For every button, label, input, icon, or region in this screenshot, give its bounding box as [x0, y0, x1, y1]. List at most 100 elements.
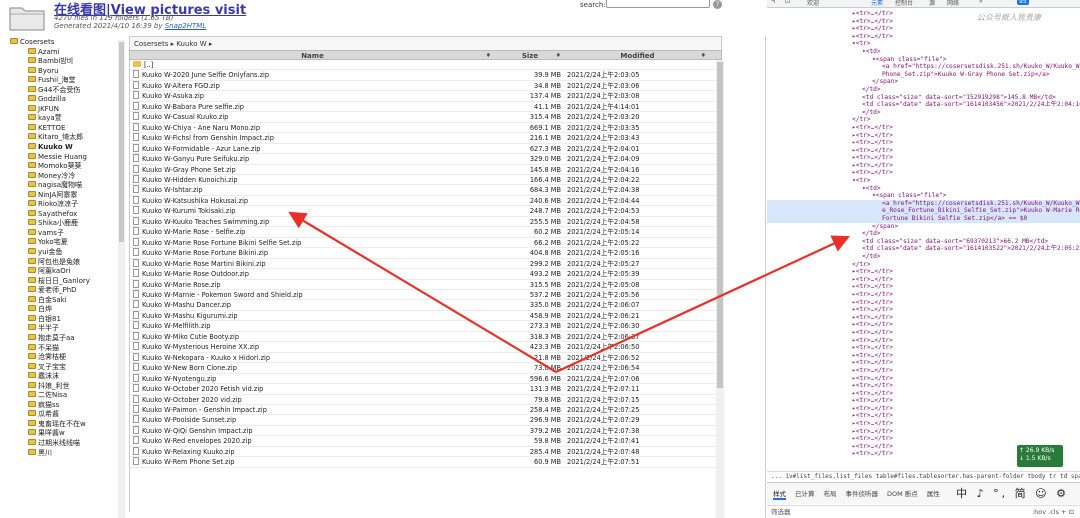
tree-folder-item[interactable]: Azami: [10, 47, 118, 58]
dom-node-line[interactable]: ▾<td>: [767, 48, 1080, 56]
tree-folder-item[interactable]: 不呆猫: [10, 343, 118, 354]
styles-tab[interactable]: DOM 断点: [887, 490, 918, 498]
styles-tab[interactable]: 样式: [773, 490, 786, 500]
file-name-cell[interactable]: Kuuko W-Marie Rose.zip: [130, 279, 495, 289]
tree-folder-item[interactable]: Sayathefox: [10, 209, 118, 220]
dom-node-line[interactable]: ▸<tr>…</tr>: [767, 306, 1080, 314]
dom-node-line[interactable]: ▸<tr>…</tr>: [767, 162, 1080, 170]
selected-dom-node[interactable]: <a href="https://cosersetsdisk.251.sh/Ku…: [767, 199, 1080, 208]
dom-node-line[interactable]: ▸<tr>…</tr>: [767, 390, 1080, 398]
file-name-cell[interactable]: Kuuko W-Marie Rose Outdoor.zip: [130, 269, 495, 278]
file-name[interactable]: Kuuko W-Kurumi Tokisaki.zip: [142, 207, 235, 215]
tree-scrollbar[interactable]: [118, 40, 125, 518]
file-name-cell[interactable]: Kuuko W-Gray Phone Set.zip: [130, 164, 495, 174]
dom-node-line[interactable]: </span>: [767, 223, 1080, 231]
file-row[interactable]: Kuuko W-Mashu Kigurumi.zip 458.9 MB 2021/2…: [130, 310, 722, 322]
file-name-cell[interactable]: Kuuko W-QiQi Genshin Impact.zip: [130, 425, 495, 435]
file-row[interactable]: Kuuko W-Marie Rose - Selfie.zip 60.2 MB 20…: [130, 227, 722, 238]
file-name-cell[interactable]: Kuuko W-Chiya - Ane Naru Mono.zip: [130, 122, 495, 132]
tree-folder-item[interactable]: yui金鱼: [10, 248, 118, 258]
file-name-cell[interactable]: Kuuko W-Marie Rose Fortune Bikini.zip: [130, 248, 495, 257]
dom-node-line[interactable]: ▸<tr>…</tr>: [767, 283, 1080, 291]
tree-folder-item[interactable]: 果咩酱w: [10, 429, 118, 439]
file-row[interactable]: Kuuko W-Nekopara - Kuuko x Hidori.zip 21.…: [130, 352, 722, 364]
file-row[interactable]: Kuuko W-Katsushika Hokusai.zip 240.6 MB 20…: [130, 195, 722, 207]
error-count-badge[interactable]: 95: [1017, 0, 1029, 5]
file-row[interactable]: Kuuko W-Ishtar.zip 684.3 MB 2021/2/24上午2:0…: [130, 185, 722, 196]
file-name[interactable]: Kuuko W-Casual Kuuko.zip: [142, 113, 228, 121]
parent-folder-cell[interactable]: [..]: [130, 60, 495, 69]
dom-node-line[interactable]: ▸<tr>…</tr>: [767, 359, 1080, 367]
file-name-cell[interactable]: Kuuko W-Nyotengu.zip: [130, 373, 495, 383]
file-name-cell[interactable]: Kuuko W-Formidable - Azur Lane.zip: [130, 143, 495, 153]
file-name-cell[interactable]: Kuuko W-Mashu Kigurumi.zip: [130, 310, 495, 320]
file-name[interactable]: Kuuko W-October 2020 vid.zip: [142, 396, 242, 404]
dom-node-line[interactable]: </td>: [767, 109, 1080, 117]
dom-node-line[interactable]: ▸<tr>…</tr>: [767, 268, 1080, 276]
styles-tab[interactable]: 布局: [824, 490, 837, 498]
dom-node-line[interactable]: ▸<tr>…</tr>: [767, 428, 1080, 436]
file-row[interactable]: Kuuko W-Marie Rose Martini Bikini.zip 299…: [130, 258, 722, 270]
file-name-cell[interactable]: Kuuko W-Poolside Sunset.zip: [130, 415, 495, 424]
dom-node-line[interactable]: ▾<span class="file">: [767, 56, 1080, 64]
dom-node-line[interactable]: ▾<tr>: [767, 177, 1080, 185]
dom-node-line[interactable]: Phone_Set.zip">Kuuko W-Gray Phone Set.zi…: [767, 71, 1080, 79]
file-name[interactable]: Kuuko W-Nekopara - Kuuko x Hidori.zip: [142, 354, 270, 362]
dom-node-line[interactable]: ▸<tr>…</tr>: [767, 375, 1080, 383]
file-row[interactable]: Kuuko W-Red envelopes 2020.zip 59.8 MB 202…: [130, 436, 722, 447]
dom-node-line[interactable]: ▸<tr>…</tr>: [767, 18, 1080, 26]
file-name[interactable]: Kuuko W-New Born Clone.zip: [142, 364, 237, 372]
tree-scrollbar-thumb[interactable]: [119, 42, 124, 242]
dom-node-line[interactable]: ▸<tr>…</tr>: [767, 412, 1080, 420]
file-name[interactable]: Kuuko W-Marie Rose Martini Bikini.zip: [142, 260, 266, 268]
styles-tab[interactable]: 事件侦听器: [846, 490, 879, 498]
file-name[interactable]: Kuuko W-Poolside Sunset.zip: [142, 416, 236, 424]
file-row[interactable]: Kuuko W-October 2020 vid.zip 79.8 MB 2021/…: [130, 394, 722, 405]
file-name[interactable]: Kuuko W-Rem Phone Set.zip: [142, 458, 234, 466]
file-name[interactable]: Kuuko W-Marie Rose Fortune Bikini.zip: [142, 249, 268, 257]
tree-folder-item[interactable]: Momoko葵葵: [10, 162, 118, 172]
file-name-cell[interactable]: Kuuko W-2020 June Selfie Onlyfans.zip: [130, 70, 495, 79]
file-name-cell[interactable]: Kuuko W-Mashu Dancer.zip: [130, 300, 495, 309]
dom-node-line[interactable]: <td class="size" data-sort="152919298">1…: [767, 94, 1080, 102]
dom-node-line[interactable]: ▸<tr>…</tr>: [767, 344, 1080, 352]
tree-folder-item[interactable]: Byoru: [10, 66, 118, 77]
tree-folder-item[interactable]: 蠢沫沫: [10, 372, 118, 382]
dom-node-line[interactable]: ▸<tr>…</tr>: [767, 352, 1080, 360]
help-icon[interactable]: ?: [713, 0, 722, 9]
devtools-tab[interactable]: »: [979, 0, 983, 5]
dom-breadcrumb[interactable]: ... iv#list_files.list_files table#files…: [767, 471, 1080, 481]
devtools-tab[interactable]: 源: [929, 0, 935, 7]
file-row[interactable]: Kuuko W-Hidden Kunoichi.zip 166.4 MB 2021/…: [130, 174, 722, 186]
dom-node-line[interactable]: ▸<tr>…</tr>: [767, 139, 1080, 147]
selected-dom-node[interactable]: e_Rose_Fortune_Bikini_Selfie_Set.zip">Ku…: [767, 207, 1080, 216]
file-name[interactable]: Kuuko W-Ganyu Pure Seifuku.zip: [142, 155, 249, 163]
dom-node-line[interactable]: ▸<tr>…</tr>: [767, 405, 1080, 413]
tree-folder-item[interactable]: NinJA阿寨寨: [10, 190, 118, 201]
tree-folder-item[interactable]: 阿薰kaOri: [10, 267, 118, 277]
file-name[interactable]: Kuuko W-Relaxing Kuuko.zip: [142, 448, 235, 456]
dom-node-line[interactable]: ▸<tr>…</tr>: [767, 291, 1080, 299]
file-row[interactable]: Kuuko W-Formidable - Azur Lane.zip 627.3 …: [130, 143, 722, 155]
file-name-cell[interactable]: Kuuko W-Kuuko Teaches Swimming.zip: [130, 216, 495, 226]
file-row[interactable]: Kuuko W-Paimon - Genshin Impact.zip 258.4…: [130, 404, 722, 416]
dom-node-line[interactable]: ▸<tr>…</tr>: [767, 147, 1080, 155]
filter-tools[interactable]: :hov .cls + ⊡: [1032, 506, 1074, 518]
tree-folder-item[interactable]: 二佐Nisa: [10, 391, 118, 401]
dom-node-line[interactable]: ▸<tr>…</tr>: [767, 10, 1080, 18]
dom-node-line[interactable]: ▸<tr>…</tr>: [767, 435, 1080, 443]
file-row[interactable]: Kuuko W-Nyotengu.zip 596.6 MB 2021/2/24上午2…: [130, 373, 722, 385]
file-row[interactable]: Kuuko W-Casual Kuuko.zip 315.4 MB 2021/2/2…: [130, 112, 722, 123]
dom-node-line[interactable]: ▾<tr>: [767, 40, 1080, 48]
file-name[interactable]: Kuuko W-Melfilith.zip: [142, 322, 210, 330]
tree-folder-item[interactable]: 黑川: [10, 448, 118, 459]
file-name-cell[interactable]: Kuuko W-Fichsl from Genshin Impact.zip: [130, 133, 495, 142]
devtools-tab[interactable]: 欢迎: [807, 0, 819, 7]
devtools-tab[interactable]: 控制台: [895, 0, 913, 7]
file-name-cell[interactable]: Kuuko W-Babara Pure selfie.zip: [130, 101, 495, 111]
file-name-cell[interactable]: Kuuko W-Marie Rose - Selfie.zip: [130, 227, 495, 236]
file-name-cell[interactable]: Kuuko W-Casual Kuuko.zip: [130, 112, 495, 121]
file-row[interactable]: Kuuko W-Poolside Sunset.zip 296.9 MB 2021/…: [130, 415, 722, 426]
file-name-cell[interactable]: Kuuko W-Marie Rose Fortune Bikini Selfie…: [130, 237, 495, 247]
parent-folder-row[interactable]: [..]: [130, 60, 722, 71]
